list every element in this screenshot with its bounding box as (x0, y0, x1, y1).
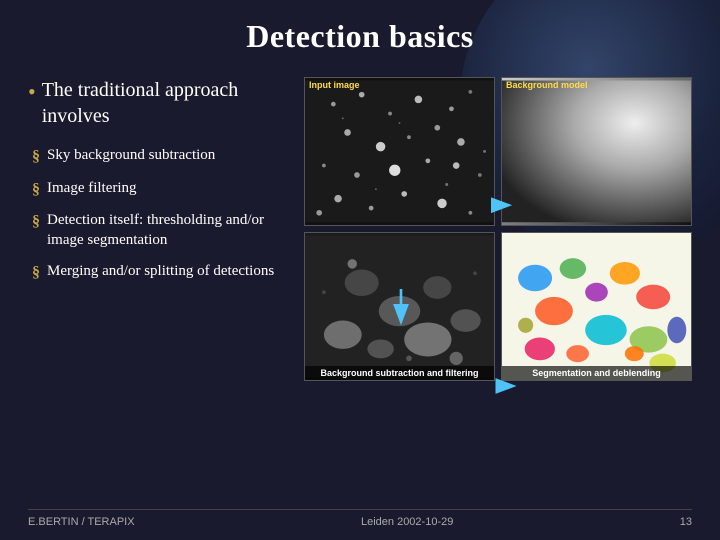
seg-svg (502, 233, 691, 380)
footer-left: E.BERTIN / TERAPIX (28, 516, 135, 528)
slide-title: Detection basics (28, 18, 692, 55)
bg-model-image-label: Background model (506, 80, 588, 90)
sub-bullet-text: Merging and/or splitting of detections (47, 261, 274, 281)
list-item: § Image filtering (32, 178, 288, 201)
sub-bullet-marker: § (32, 146, 40, 168)
slide: Detection basics • The traditional appro… (0, 0, 720, 540)
footer-right: 13 (680, 516, 692, 528)
bg-sub-svg (305, 233, 494, 380)
right-panel-wrapper: Input image (304, 73, 692, 505)
sub-bullets-list: § Sky background subtraction § Image fil… (28, 145, 288, 293)
list-item: § Merging and/or splitting of detections (32, 261, 288, 284)
sub-bullet-marker: § (32, 179, 40, 201)
sub-bullet-marker: § (32, 211, 40, 233)
main-bullet-dot: • (28, 78, 36, 107)
main-bullet-text: The traditional approach involves (42, 77, 288, 129)
footer-center: Leiden 2002-10-29 (361, 516, 453, 528)
sub-bullet-marker: § (32, 262, 40, 284)
sub-bullet-text: Sky background subtraction (47, 145, 215, 165)
input-image-label: Input image (309, 80, 360, 90)
sub-bullet-text: Detection itself: thresholding and/or im… (47, 210, 288, 251)
seg-bottom-label: Segmentation and deblending (502, 366, 691, 380)
slide-footer: E.BERTIN / TERAPIX Leiden 2002-10-29 13 (28, 509, 692, 528)
input-image-svg (305, 78, 494, 225)
slide-body: • The traditional approach involves § Sk… (28, 73, 692, 505)
main-bullet: • The traditional approach involves (28, 77, 288, 129)
seg-image-cell: Segmentation and deblending (501, 232, 692, 381)
bg-model-image-cell: Background model (501, 77, 692, 226)
bg-sub-bottom-label: Background subtraction and filtering (305, 366, 494, 380)
list-item: § Sky background subtraction (32, 145, 288, 168)
bg-model-svg (502, 78, 691, 225)
input-image-cell: Input image (304, 77, 495, 226)
right-panel: Input image (304, 73, 692, 385)
left-panel: • The traditional approach involves § Sk… (28, 73, 288, 505)
sub-bullet-text: Image filtering (47, 178, 137, 198)
bg-sub-image-cell: Background subtraction and filtering (304, 232, 495, 381)
list-item: § Detection itself: thresholding and/or … (32, 210, 288, 251)
